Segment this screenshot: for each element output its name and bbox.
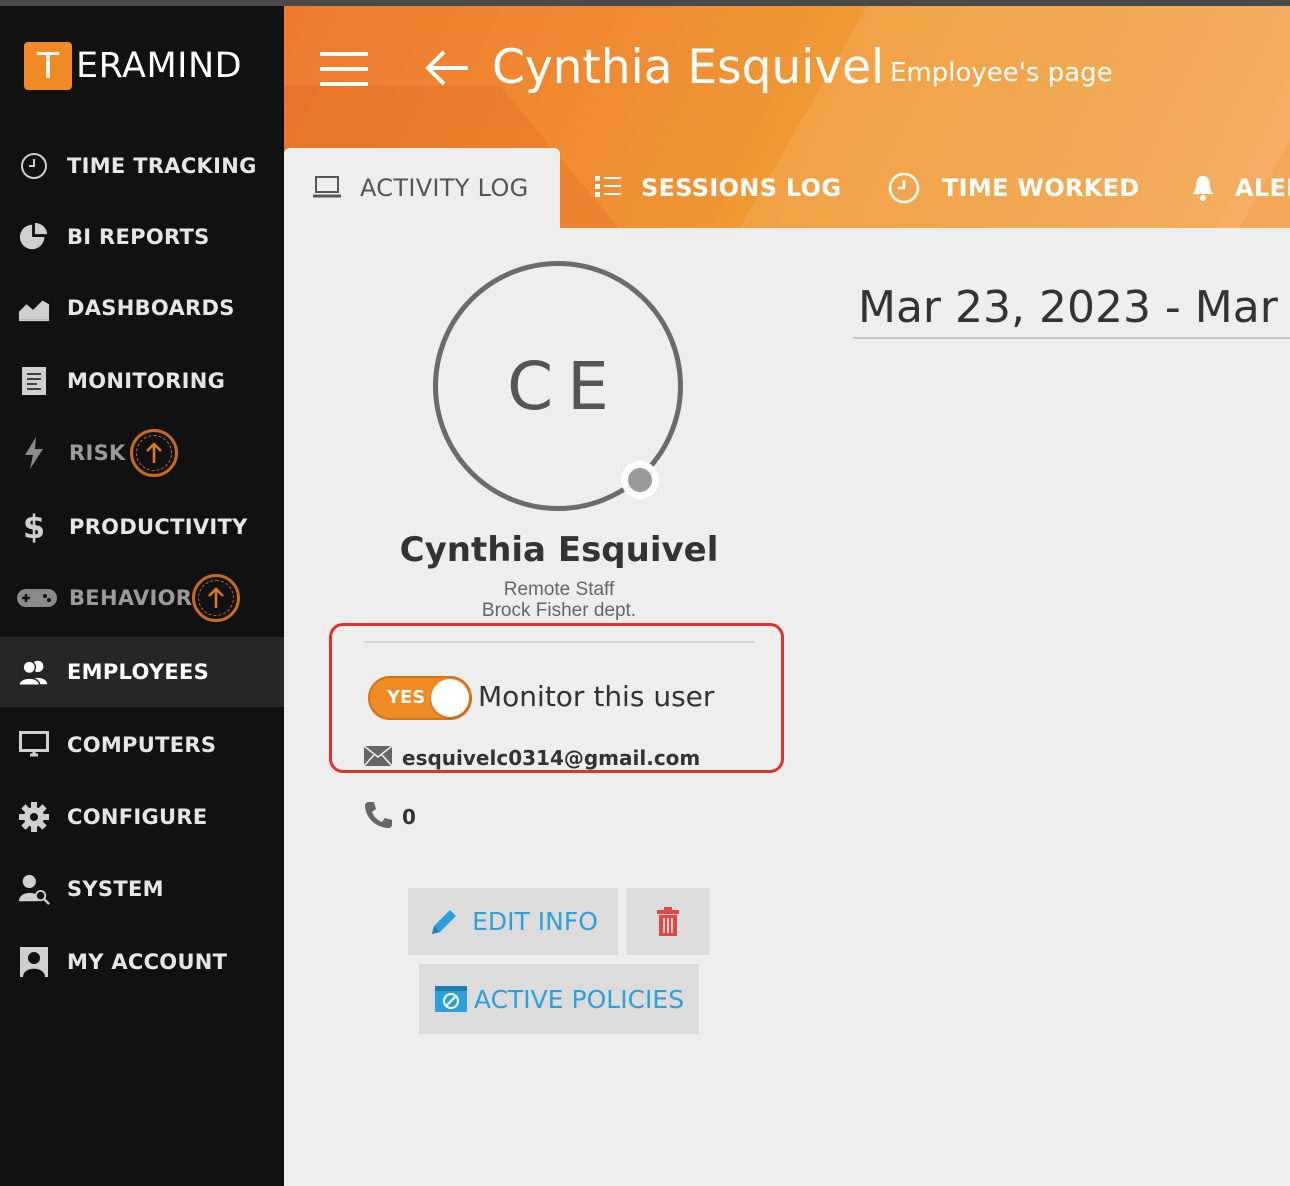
avatar-initials: CE: [507, 347, 623, 425]
tab-time-worked[interactable]: TIME WORKED: [884, 148, 1154, 228]
phone-icon: [363, 800, 393, 835]
tab-label: TIME WORKED: [942, 174, 1140, 202]
users-icon: [18, 656, 50, 688]
sidebar-item-productivity[interactable]: $ PRODUCTIVITY: [0, 492, 284, 562]
back-arrow-icon[interactable]: [424, 48, 470, 88]
sidebar-item-bi-reports[interactable]: BI REPORTS: [0, 202, 284, 272]
dollar-icon: $: [22, 508, 46, 546]
sidebar-item-label: PRODUCTIVITY: [69, 515, 248, 539]
sidebar-item-dashboards[interactable]: DASHBOARDS: [0, 273, 284, 343]
sidebar-item-monitoring[interactable]: MONITORING: [0, 346, 284, 416]
laptop-icon: [312, 174, 342, 205]
tab-label: ALERTS: [1235, 174, 1290, 202]
edit-info-label: EDIT INFO: [472, 907, 598, 936]
sidebar: T ERAMIND TIME TRACKING BI REPORTS DASHB…: [0, 6, 284, 1186]
sidebar-item-label: SYSTEM: [67, 877, 164, 901]
highlight-box: [329, 623, 784, 773]
gear-icon: [18, 801, 50, 833]
sidebar-item-label: DASHBOARDS: [67, 296, 235, 320]
page-subtitle: Employee's page: [890, 58, 1113, 88]
status-indicator: [621, 461, 659, 499]
sidebar-item-risk[interactable]: RISK: [0, 418, 284, 488]
checklist-icon: [594, 174, 622, 205]
logo-text: ERAMIND: [76, 46, 243, 86]
sidebar-item-label: COMPUTERS: [67, 733, 217, 757]
sidebar-item-computers[interactable]: COMPUTERS: [0, 710, 284, 780]
active-policies-label: ACTIVE POLICIES: [473, 984, 685, 1014]
date-underline: [853, 337, 1290, 339]
upgrade-arrow-icon[interactable]: [130, 429, 178, 477]
teramind-logo[interactable]: T ERAMIND: [24, 41, 242, 91]
employee-department: Brock Fisher dept.: [481, 600, 637, 621]
tab-sessions-log[interactable]: SESSIONS LOG: [584, 148, 844, 228]
gamepad-icon: [16, 582, 58, 614]
account-icon: [18, 946, 50, 978]
pencil-icon: [428, 906, 460, 938]
policy-icon: [434, 984, 468, 1014]
employee-role: Remote Staff: [503, 579, 615, 600]
user-search-icon: [18, 873, 50, 905]
lightning-icon: [18, 437, 50, 469]
sidebar-item-label: MONITORING: [67, 369, 226, 393]
area-chart-icon: [18, 292, 50, 324]
tab-label: SESSIONS LOG: [641, 174, 842, 202]
pie-chart-icon: [18, 221, 50, 253]
sidebar-item-employees[interactable]: EMPLOYEES: [0, 637, 284, 707]
upgrade-arrow-icon[interactable]: [192, 574, 240, 622]
tab-alerts[interactable]: ALERTS: [1184, 148, 1290, 228]
sidebar-item-label: MY ACCOUNT: [67, 950, 228, 974]
clock-icon: [888, 172, 920, 209]
active-policies-button[interactable]: ACTIVE POLICIES: [419, 964, 699, 1034]
sidebar-item-label: BEHAVIOR: [69, 586, 193, 610]
sidebar-item-label: RISK: [69, 441, 126, 465]
sidebar-item-time-tracking[interactable]: TIME TRACKING: [0, 131, 284, 201]
hamburger-menu-icon[interactable]: [320, 52, 368, 86]
employee-name: Cynthia Esquivel: [399, 530, 719, 570]
sidebar-item-my-account[interactable]: MY ACCOUNT: [0, 927, 284, 997]
clock-icon: [18, 150, 50, 182]
sidebar-item-label: BI REPORTS: [67, 225, 210, 249]
page-title: Cynthia Esquivel: [492, 40, 885, 95]
tab-activity-log[interactable]: ACTIVITY LOG: [284, 148, 560, 228]
bell-icon: [1192, 174, 1214, 207]
sidebar-item-label: TIME TRACKING: [67, 154, 257, 178]
sidebar-item-label: CONFIGURE: [67, 805, 208, 829]
logo-letter: T: [24, 42, 72, 90]
monitor-icon: [18, 729, 50, 761]
page-header: Cynthia Esquivel Employee's page ACTIVIT…: [284, 6, 1290, 228]
tab-label: ACTIVITY LOG: [360, 174, 529, 202]
edit-info-button[interactable]: EDIT INFO: [408, 888, 618, 955]
document-icon: [18, 365, 50, 397]
sidebar-item-configure[interactable]: CONFIGURE: [0, 782, 284, 852]
sidebar-item-system[interactable]: SYSTEM: [0, 854, 284, 924]
sidebar-item-behavior[interactable]: BEHAVIOR: [0, 563, 284, 633]
trash-icon: [656, 906, 680, 937]
delete-button[interactable]: [626, 888, 710, 955]
employee-phone: 0: [402, 805, 416, 829]
date-range-picker[interactable]: Mar 23, 2023 - Mar 29, 2023: [858, 282, 1290, 333]
sidebar-item-label: EMPLOYEES: [67, 660, 210, 684]
